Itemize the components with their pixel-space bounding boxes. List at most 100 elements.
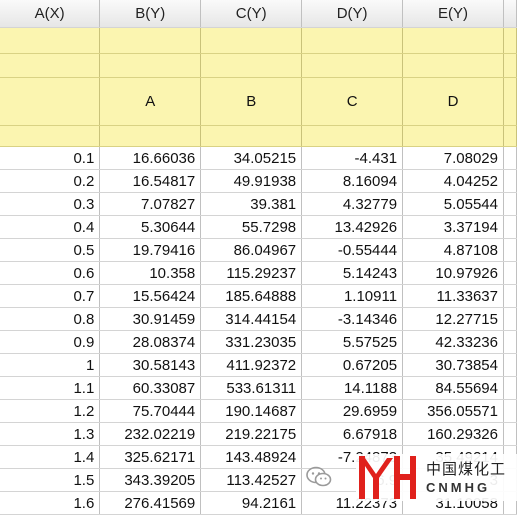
data-cell[interactable]: 4.32779 bbox=[301, 192, 404, 216]
data-cell[interactable]: 411.92372 bbox=[200, 353, 303, 377]
meta-cell[interactable] bbox=[99, 53, 202, 78]
data-cell[interactable]: 5.30644 bbox=[99, 215, 202, 239]
data-cell[interactable]: 0.9 bbox=[0, 330, 101, 354]
data-cell[interactable]: 34.05215 bbox=[200, 146, 303, 170]
data-cell[interactable]: 325.62171 bbox=[99, 445, 202, 469]
column-header-e[interactable]: E(Y) bbox=[402, 0, 504, 28]
data-cell[interactable]: 4.04252 bbox=[402, 169, 504, 193]
column-header-a[interactable]: A(X) bbox=[0, 0, 101, 28]
data-cell[interactable]: 0.4 bbox=[0, 215, 101, 239]
data-cell[interactable]: 39.381 bbox=[200, 192, 303, 216]
data-cell[interactable] bbox=[503, 146, 517, 170]
meta-cell[interactable] bbox=[503, 53, 517, 78]
data-cell[interactable]: 6.9 bbox=[301, 468, 404, 492]
data-cell[interactable]: 60.33087 bbox=[99, 376, 202, 400]
data-cell[interactable]: 16.66036 bbox=[99, 146, 202, 170]
data-cell[interactable]: 35.49214 bbox=[402, 445, 504, 469]
data-cell[interactable]: 0.67205 bbox=[301, 353, 404, 377]
data-cell[interactable]: 4.87108 bbox=[402, 238, 504, 262]
data-cell[interactable] bbox=[503, 307, 517, 331]
column-header-c[interactable]: C(Y) bbox=[200, 0, 303, 28]
data-cell[interactable]: 0.2 bbox=[0, 169, 101, 193]
data-cell[interactable]: 7.08029 bbox=[402, 146, 504, 170]
data-cell[interactable]: 1.2 bbox=[0, 399, 101, 423]
meta-cell[interactable] bbox=[0, 53, 101, 78]
data-cell[interactable]: 5.57525 bbox=[301, 330, 404, 354]
meta-cell[interactable] bbox=[200, 27, 303, 54]
data-cell[interactable]: 11.33637 bbox=[402, 284, 504, 308]
data-cell[interactable]: 11.22373 bbox=[301, 491, 404, 515]
data-cell[interactable]: 331.23035 bbox=[200, 330, 303, 354]
data-cell[interactable]: 0.3 bbox=[0, 192, 101, 216]
data-cell[interactable]: 115.29237 bbox=[200, 261, 303, 285]
data-cell[interactable]: 219.22175 bbox=[200, 422, 303, 446]
data-cell[interactable]: 1.5 bbox=[0, 468, 101, 492]
meta-cell[interactable] bbox=[503, 125, 517, 147]
data-cell[interactable]: 1.3 bbox=[0, 422, 101, 446]
data-cell[interactable]: 5.14243 bbox=[301, 261, 404, 285]
data-cell[interactable]: 113.42527 bbox=[200, 468, 303, 492]
data-cell[interactable]: 1.4 bbox=[0, 445, 101, 469]
data-cell[interactable] bbox=[503, 330, 517, 354]
data-cell[interactable]: 3 bbox=[402, 468, 504, 492]
meta-cell[interactable] bbox=[402, 27, 504, 54]
data-cell[interactable]: 84.55694 bbox=[402, 376, 504, 400]
data-cell[interactable]: 12.27715 bbox=[402, 307, 504, 331]
data-cell[interactable]: 86.04967 bbox=[200, 238, 303, 262]
meta-cell[interactable] bbox=[503, 77, 517, 126]
data-cell[interactable]: 1.10911 bbox=[301, 284, 404, 308]
data-cell[interactable]: 28.08374 bbox=[99, 330, 202, 354]
meta-cell[interactable]: B bbox=[200, 77, 303, 126]
data-cell[interactable]: 0.8 bbox=[0, 307, 101, 331]
data-cell[interactable] bbox=[503, 491, 517, 515]
data-cell[interactable]: 232.02219 bbox=[99, 422, 202, 446]
data-cell[interactable]: 75.70444 bbox=[99, 399, 202, 423]
data-cell[interactable]: 16.54817 bbox=[99, 169, 202, 193]
meta-cell[interactable] bbox=[503, 27, 517, 54]
data-cell[interactable]: 1.1 bbox=[0, 376, 101, 400]
meta-cell[interactable] bbox=[402, 53, 504, 78]
data-cell[interactable]: 185.64888 bbox=[200, 284, 303, 308]
data-cell[interactable]: 1 bbox=[0, 353, 101, 377]
data-cell[interactable] bbox=[503, 215, 517, 239]
data-cell[interactable] bbox=[503, 468, 517, 492]
data-cell[interactable]: 14.1188 bbox=[301, 376, 404, 400]
data-cell[interactable] bbox=[503, 376, 517, 400]
meta-cell[interactable] bbox=[301, 53, 404, 78]
data-cell[interactable]: 10.358 bbox=[99, 261, 202, 285]
data-cell[interactable] bbox=[503, 169, 517, 193]
data-cell[interactable] bbox=[503, 445, 517, 469]
meta-cell[interactable] bbox=[0, 27, 101, 54]
data-cell[interactable]: 42.33236 bbox=[402, 330, 504, 354]
data-cell[interactable]: 356.05571 bbox=[402, 399, 504, 423]
meta-cell[interactable] bbox=[0, 125, 101, 147]
data-cell[interactable]: 30.91459 bbox=[99, 307, 202, 331]
meta-cell[interactable] bbox=[200, 125, 303, 147]
meta-cell[interactable] bbox=[200, 53, 303, 78]
data-cell[interactable]: -4.431 bbox=[301, 146, 404, 170]
data-cell[interactable] bbox=[503, 284, 517, 308]
meta-cell[interactable] bbox=[99, 125, 202, 147]
data-cell[interactable]: 0.5 bbox=[0, 238, 101, 262]
data-cell[interactable]: 30.73854 bbox=[402, 353, 504, 377]
data-cell[interactable]: 343.39205 bbox=[99, 468, 202, 492]
data-cell[interactable]: 55.7298 bbox=[200, 215, 303, 239]
data-cell[interactable] bbox=[503, 192, 517, 216]
data-cell[interactable]: 160.29326 bbox=[402, 422, 504, 446]
data-cell[interactable]: 49.91938 bbox=[200, 169, 303, 193]
data-cell[interactable]: -0.55444 bbox=[301, 238, 404, 262]
data-cell[interactable]: 19.79416 bbox=[99, 238, 202, 262]
meta-cell[interactable] bbox=[402, 125, 504, 147]
data-cell[interactable]: 533.61311 bbox=[200, 376, 303, 400]
column-header-b[interactable]: B(Y) bbox=[99, 0, 202, 28]
data-cell[interactable]: 29.6959 bbox=[301, 399, 404, 423]
meta-cell[interactable]: C bbox=[301, 77, 404, 126]
data-cell[interactable]: 0.1 bbox=[0, 146, 101, 170]
data-cell[interactable]: 10.97926 bbox=[402, 261, 504, 285]
meta-cell[interactable]: A bbox=[99, 77, 202, 126]
data-cell[interactable]: 30.58143 bbox=[99, 353, 202, 377]
data-cell[interactable]: -3.14346 bbox=[301, 307, 404, 331]
meta-cell[interactable] bbox=[99, 27, 202, 54]
data-cell[interactable]: 7.07827 bbox=[99, 192, 202, 216]
data-cell[interactable]: 1.6 bbox=[0, 491, 101, 515]
